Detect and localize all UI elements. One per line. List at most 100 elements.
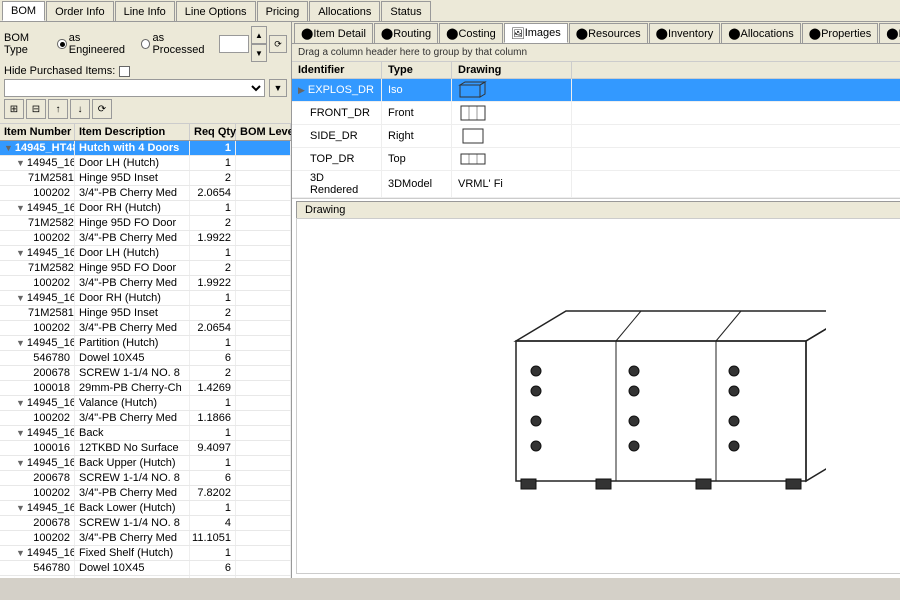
tab-status[interactable]: Status [381,1,430,21]
tab-imos[interactable]: ⬤ IMOS [879,23,900,43]
bom-table[interactable]: Item Number Item Description Req Qty BOM… [0,124,291,578]
cell-lvl [236,246,291,260]
cell-qty: 2.0654 [190,321,236,335]
expand-icon[interactable]: ▼ [16,338,25,348]
table-row[interactable]: 100202 3/4"-PB Cherry Med 1.1866 [0,411,291,426]
refresh-btn[interactable]: ⟳ [269,35,287,53]
table-row[interactable]: ▼ 14945_16402 Door LH (Hutch) 1 [0,156,291,171]
toolbar-icon-1[interactable]: ⊞ [4,99,24,119]
cell-desc: Back [75,426,190,440]
cell-desc: SCREW 1-1/4 NO. 8 [75,471,190,485]
table-row[interactable]: ▼ 14945_16401 Door RH (Hutch) 1 [0,201,291,216]
combo-btn[interactable]: ▼ [269,79,287,97]
tab-inventory[interactable]: ⬤ Inventory [649,23,721,43]
tab-resources[interactable]: ⬤ Resources [569,23,648,43]
radio-engineered-label: as Engineered [69,32,133,56]
img-table-row[interactable]: 3D Rendered 3DModel VRML' Fi [292,171,900,198]
spinner-up[interactable]: ▲ [251,26,267,44]
table-row[interactable]: 200678 SCREW 1-1/4 NO. 8 4 [0,516,291,531]
tab-pricing[interactable]: Pricing [257,1,309,21]
tab-costing[interactable]: ⬤ Costing [439,23,503,43]
spinner-down[interactable]: ▼ [251,44,267,62]
combo-select[interactable] [4,79,265,97]
toolbar-icon-2[interactable]: ⊟ [26,99,46,119]
drawing-tab[interactable]: Drawing [296,201,900,218]
table-row[interactable]: 100016 12TKBD No Surface 9.4097 [0,441,291,456]
tab-images[interactable]: 🖼 Images [504,23,568,43]
table-row[interactable]: 200678 SCREW 1-1/4 NO. 8 2 [0,366,291,381]
expand-icon[interactable]: ▼ [16,458,25,468]
cell-lvl [236,171,291,185]
table-row[interactable]: 100202 3/4"-PB Cherry Med 6.1412 [0,576,291,578]
img-col-header-drawing: Drawing [452,62,572,78]
expand-icon[interactable]: ▼ [16,398,25,408]
tab-allocations-r[interactable]: ⬤ Allocations [721,23,801,43]
hide-checkbox[interactable] [119,66,130,77]
cell-desc: 29mm-PB Cherry-Ch [75,381,190,395]
table-row[interactable]: 100202 3/4"-PB Cherry Med 2.0654 [0,321,291,336]
cell-lvl [236,516,291,530]
table-row[interactable]: 200678 SCREW 1-1/4 NO. 8 6 [0,471,291,486]
expand-icon[interactable]: ▼ [16,248,25,258]
icon-allocations: ⬤ [728,27,740,40]
radio-as-engineered[interactable]: as Engineered [57,32,133,56]
cell-num: 71M2581 [0,306,75,320]
table-row[interactable]: 71M2582 Hinge 95D FO Door 2 [0,261,291,276]
table-row[interactable]: 100202 3/4"-PB Cherry Med 1.9922 [0,231,291,246]
table-row[interactable]: ▼ 14945_HT4815 Hutch with 4 Doors 1 [0,141,291,156]
expand-icon[interactable]: ▼ [16,503,25,513]
table-row[interactable]: 71M2582 Hinge 95D FO Door 2 [0,216,291,231]
tab-line-info[interactable]: Line Info [115,1,175,21]
images-table-header: Identifier Type Drawing [292,62,900,79]
tab-routing[interactable]: ⬤ Routing [374,23,438,43]
cell-lvl [236,291,291,305]
expand-icon[interactable]: ▼ [16,428,25,438]
spinner-input[interactable]: 1 [219,35,249,53]
tab-allocations[interactable]: Allocations [309,1,380,21]
table-row[interactable]: 100202 3/4"-PB Cherry Med 1.9922 [0,276,291,291]
tab-line-options[interactable]: Line Options [176,1,256,21]
img-cell-type: 3DModel [382,171,452,197]
tab-item-detail[interactable]: ⬤ Item Detail [294,23,373,43]
expand-icon[interactable]: ▼ [16,293,25,303]
img-table-row[interactable]: SIDE_DR Right [292,125,900,148]
table-row[interactable]: 100018 29mm-PB Cherry-Ch 1.4269 [0,381,291,396]
img-cell-id: TOP_DR [292,148,382,170]
img-expand-icon[interactable]: ▶ [298,85,305,96]
toolbar-icon-4[interactable]: ↓ [70,99,90,119]
img-table-row[interactable]: ▶ EXPLOS_DR Iso [292,79,900,102]
img-table-row[interactable]: FRONT_DR Front [292,102,900,125]
table-row[interactable]: 100202 3/4"-PB Cherry Med 7.8202 [0,486,291,501]
expand-icon[interactable]: ▼ [4,143,13,153]
img-cell-drawing [452,125,572,147]
expand-icon[interactable]: ▼ [16,203,25,213]
table-row[interactable]: 546780 Dowel 10X45 6 [0,561,291,576]
tab-properties[interactable]: ⬤ Properties [802,23,878,43]
top-tab-bar: BOM Order Info Line Info Line Options Pr… [0,0,900,22]
table-row[interactable]: 71M2581 Hinge 95D Inset 2 [0,306,291,321]
tab-bom[interactable]: BOM [2,1,45,21]
table-row[interactable]: ▼ 14945_16392 Valance (Hutch) 1 [0,396,291,411]
combo-row: ▼ [4,79,287,97]
table-row[interactable]: 71M2581 Hinge 95D Inset 2 [0,171,291,186]
tab-order-info[interactable]: Order Info [46,1,114,21]
table-row[interactable]: ▼ 14945_16395 Door RH (Hutch) 1 [0,291,291,306]
expand-icon[interactable]: ▼ [16,158,25,168]
img-table-row[interactable]: TOP_DR Top [292,148,900,171]
cell-lvl [236,561,291,575]
toolbar-icon-5[interactable]: ⟳ [92,99,112,119]
table-row[interactable]: ▼ 14945_16390 Back Lower (Hutch) 1 [0,501,291,516]
table-row[interactable]: ▼ 14945_16388 Fixed Shelf (Hutch) 1 [0,546,291,561]
expand-icon[interactable]: ▼ [16,548,25,558]
table-row[interactable]: 100202 3/4"-PB Cherry Med 2.0654 [0,186,291,201]
table-row[interactable]: ▼ 14945_16392 Back 1 [0,426,291,441]
table-row[interactable]: ▼ 14945_16398 Partition (Hutch) 1 [0,336,291,351]
table-row[interactable]: ▼ 14945_16400 Door LH (Hutch) 1 [0,246,291,261]
table-row[interactable]: 100202 3/4"-PB Cherry Med 11.1051 [0,531,291,546]
cell-desc: Hinge 95D Inset [75,171,190,185]
cell-qty: 6 [190,471,236,485]
table-row[interactable]: ▼ 14945_16391 Back Upper (Hutch) 1 [0,456,291,471]
table-row[interactable]: 546780 Dowel 10X45 6 [0,351,291,366]
radio-as-processed[interactable]: as Processed [141,32,213,56]
toolbar-icon-3[interactable]: ↑ [48,99,68,119]
